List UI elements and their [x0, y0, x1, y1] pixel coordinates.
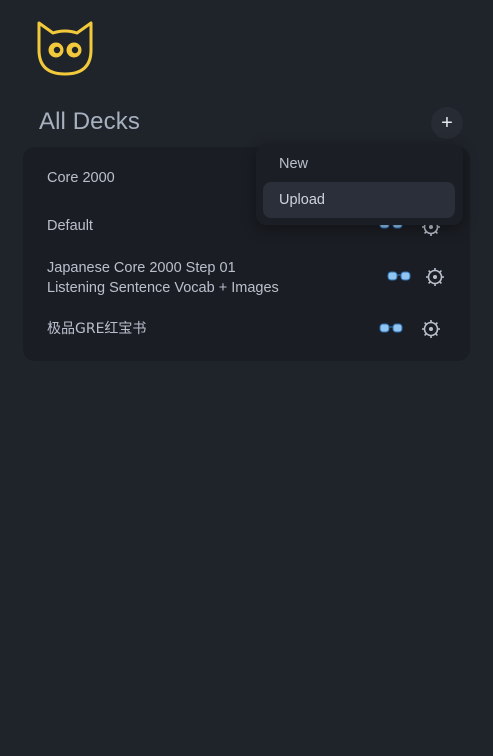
page-title: All Decks — [39, 108, 140, 135]
deck-name[interactable]: Default — [47, 216, 93, 236]
gear-icon[interactable] — [425, 267, 445, 287]
glasses-icon[interactable] — [387, 271, 411, 283]
deck-row[interactable]: 极品GRE红宝书 — [23, 316, 470, 344]
add-deck-button[interactable]: + — [431, 107, 463, 139]
menu-item-new[interactable]: New — [263, 146, 455, 182]
app-root: All Decks + Core 2000 Default Japanese C… — [0, 0, 493, 756]
gear-icon[interactable] — [421, 319, 441, 339]
menu-item-upload[interactable]: Upload — [263, 182, 455, 218]
deck-name[interactable]: Core 2000 — [47, 168, 115, 188]
deck-name[interactable]: Japanese Core 2000 Step 01 — [47, 258, 236, 278]
deck-row[interactable]: Japanese Core 2000 Step 01 Listening Sen… — [23, 257, 470, 299]
glasses-icon[interactable] — [379, 323, 403, 335]
cat-logo-icon — [37, 21, 93, 76]
add-menu: New Upload — [256, 144, 463, 225]
deck-name[interactable]: 极品GRE红宝书 — [47, 319, 146, 339]
deck-name-line2[interactable]: Listening Sentence Vocab + Images — [47, 278, 279, 298]
plus-icon: + — [441, 112, 453, 134]
